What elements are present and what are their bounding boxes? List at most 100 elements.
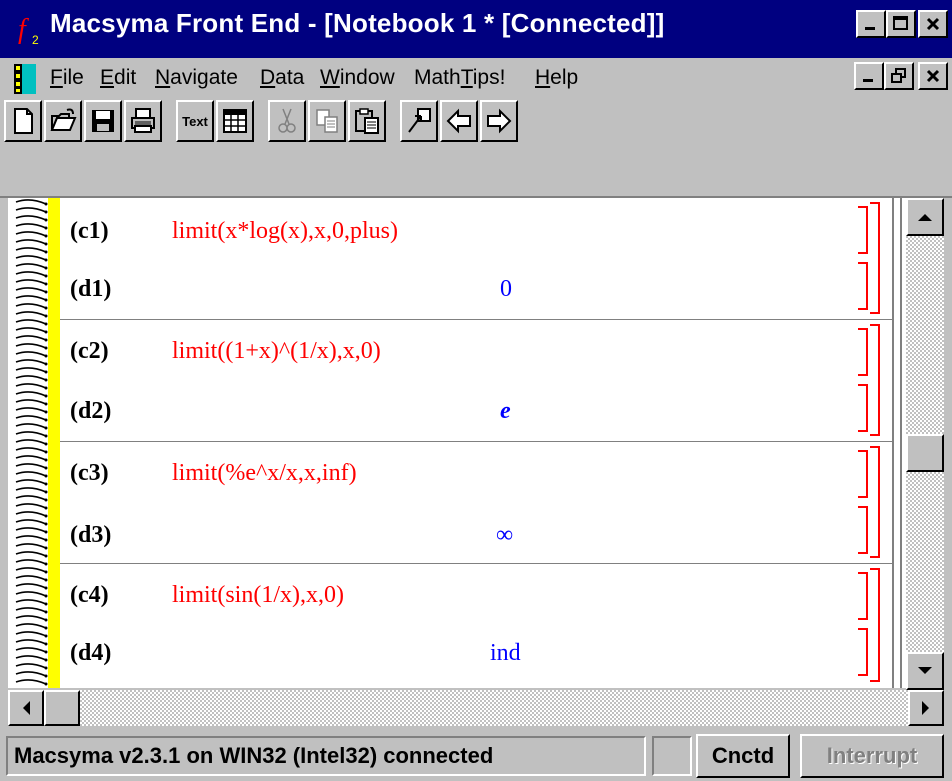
mdi-restore-button[interactable] [884,62,914,90]
open-icon [50,108,77,131]
svg-text:2: 2 [32,33,39,46]
back-arrow-icon [446,108,471,134]
window-title: Macsyma Front End - [Notebook 1 * [Conne… [50,8,665,38]
vertical-scrollbar[interactable] [906,198,944,690]
connected-button[interactable]: Cnctd [696,734,790,778]
notebook-cell[interactable]: (c3) limit(%e^x/x,x,inf) (d3) ∞ [60,442,900,564]
save-icon [92,110,114,132]
vertical-scroll-thumb[interactable] [906,434,944,472]
text-button[interactable]: Text [176,100,214,142]
print-icon [131,108,155,133]
output-label: (d3) [70,522,112,548]
minimize-button[interactable] [856,10,886,38]
menu-mathtips[interactable]: MathTips! [414,66,505,90]
minimize-icon [863,79,873,82]
ruler-area [0,148,952,198]
input-label: (c1) [70,218,109,244]
text-button-label: Text [182,113,208,129]
output-result[interactable]: 0 [500,276,512,303]
restore-icon [891,68,906,83]
output-bracket[interactable] [858,628,868,676]
arrow-up-icon [918,214,932,221]
arrow-right-icon [922,701,929,715]
menu-help[interactable]: Help [535,66,578,90]
cell-bracket[interactable] [870,446,880,558]
close-icon [926,69,940,83]
input-expression[interactable]: limit(x*log(x),x,0,plus) [172,218,398,245]
horizontal-scroll-thumb[interactable] [44,690,80,726]
goto-button[interactable] [400,100,438,142]
input-label: (c4) [70,582,109,608]
menu-edit[interactable]: Edit [100,66,136,90]
input-expression[interactable]: limit((1+x)^(1/x),x,0) [172,338,381,365]
notebook-cell[interactable]: (c1) limit(x*log(x),x,0,plus) (d1) 0 [60,198,900,320]
input-bracket[interactable] [858,328,868,376]
paste-button[interactable] [348,100,386,142]
output-result[interactable]: e [500,398,511,425]
output-bracket[interactable] [858,506,868,554]
spiral-binding [8,198,48,688]
paste-icon [355,108,379,134]
cell-bracket[interactable] [870,568,880,682]
mdi-minimize-button[interactable] [854,62,884,90]
forward-arrow-icon [487,108,512,134]
output-bracket[interactable] [858,384,868,432]
scroll-right-button[interactable] [908,690,944,726]
close-icon [926,17,940,31]
minimize-icon [865,27,875,30]
mdi-close-button[interactable] [918,62,948,90]
menu-bar: File Edit Navigate Data Window MathTips!… [0,58,952,98]
menu-window[interactable]: Window [320,66,395,90]
notebook-pane[interactable]: (c1) limit(x*log(x),x,0,plus) (d1) 0 (c2… [8,198,906,688]
macsyma-logo-icon: f 2 [16,10,44,47]
output-result[interactable]: ind [490,640,521,667]
table-icon [223,109,247,133]
status-indicator [652,736,692,776]
maximize-button[interactable] [886,10,916,38]
connection-status: Macsyma v2.3.1 on WIN32 (Intel32) connec… [6,736,646,776]
cell-bracket[interactable] [870,324,880,436]
bracket-margin [892,198,906,688]
forward-button[interactable] [480,100,518,142]
input-expression[interactable]: limit(sin(1/x),x,0) [172,582,344,609]
cell-bracket[interactable] [870,202,880,314]
arrow-down-icon [918,667,932,674]
maximize-icon [893,16,908,30]
binding-strip [48,198,60,688]
macsyma-window: f 2 Macsyma Front End - [Notebook 1 * [C… [0,0,952,781]
open-button[interactable] [44,100,82,142]
output-bracket[interactable] [858,262,868,310]
cut-button[interactable] [268,100,306,142]
input-bracket[interactable] [858,450,868,498]
cut-icon [278,108,296,133]
output-label: (d1) [70,276,112,302]
scroll-down-button[interactable] [906,652,944,690]
menu-data[interactable]: Data [260,66,304,90]
input-bracket[interactable] [858,206,868,254]
copy-button[interactable] [308,100,346,142]
title-bar[interactable]: f 2 Macsyma Front End - [Notebook 1 * [C… [0,0,952,58]
new-icon [14,108,33,134]
back-button[interactable] [440,100,478,142]
menu-file[interactable]: File [50,66,84,90]
arrow-left-icon [23,701,30,715]
interrupt-button[interactable]: Interrupt [800,734,944,778]
toolbar: Text [0,98,952,148]
horizontal-scrollbar[interactable] [8,690,944,726]
notebook-cell[interactable]: (c4) limit(sin(1/x),x,0) (d4) ind [60,564,900,686]
output-label: (d2) [70,398,112,424]
output-label: (d4) [70,640,112,666]
input-bracket[interactable] [858,572,868,620]
menu-navigate[interactable]: Navigate [155,66,238,90]
scroll-up-button[interactable] [906,198,944,236]
close-button[interactable] [918,10,948,38]
new-button[interactable] [4,100,42,142]
notebook-icon[interactable] [14,64,36,94]
print-button[interactable] [124,100,162,142]
table-button[interactable] [216,100,254,142]
input-expression[interactable]: limit(%e^x/x,x,inf) [172,460,357,487]
output-result[interactable]: ∞ [496,522,513,549]
scroll-left-button[interactable] [8,690,44,726]
save-button[interactable] [84,100,122,142]
notebook-cell[interactable]: (c2) limit((1+x)^(1/x),x,0) (d2) e [60,320,900,442]
